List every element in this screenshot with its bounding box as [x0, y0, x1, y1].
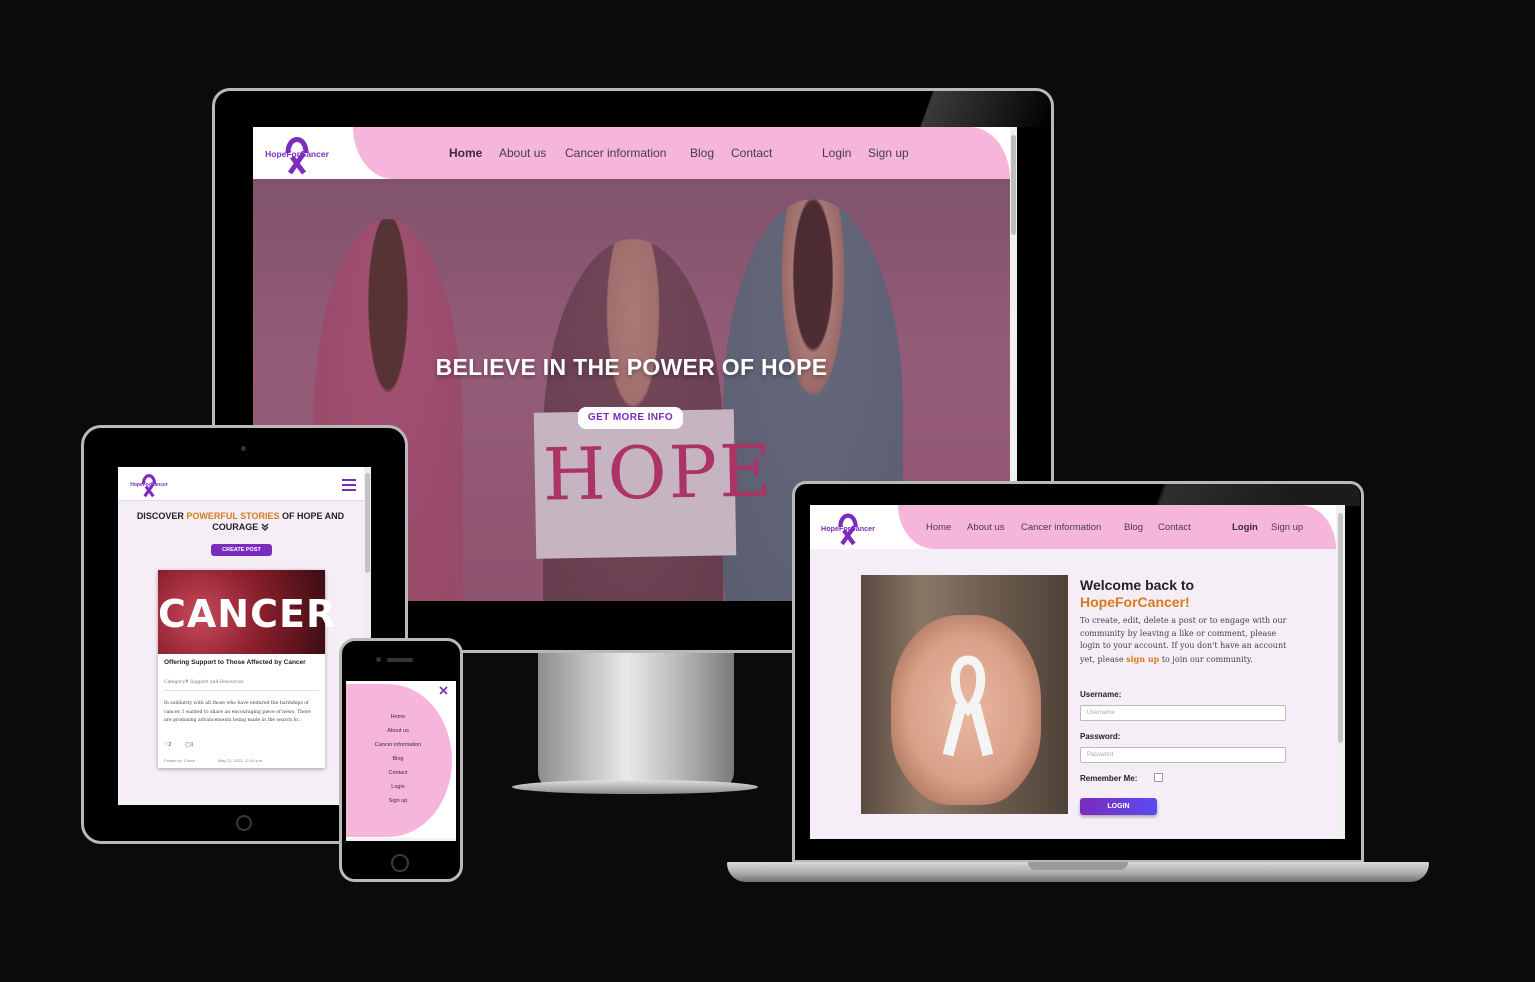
login-intro: To create, edit, delete a post or to eng…	[1080, 615, 1290, 666]
site-logo[interactable]: HopeForCancer	[816, 508, 880, 548]
stories-heading-highlight: POWERFUL STORIES	[186, 511, 280, 521]
laptop-scrollbar-thumb[interactable]	[1338, 513, 1343, 743]
username-input[interactable]: Username	[1080, 705, 1286, 721]
signup-link[interactable]: sign up	[1126, 654, 1159, 664]
nav-about[interactable]: About us	[499, 146, 546, 160]
post-image-text: CANCER	[158, 592, 337, 636]
mobile-nav-login[interactable]: Login	[346, 784, 450, 790]
post-date: May 23, 2023, 12:44 p.m.	[218, 758, 264, 763]
nav-login[interactable]: Login	[1232, 522, 1258, 533]
login-intro-post: to join our community.	[1159, 654, 1253, 664]
post-likes-count: 2	[168, 742, 172, 748]
nav-contact[interactable]: Contact	[731, 146, 772, 160]
laptop-screen: HopeForCancer Home About us Cancer infor…	[810, 505, 1345, 839]
mobile-nav-about[interactable]: About us	[346, 728, 450, 734]
double-chevron-down-icon	[261, 523, 269, 531]
post-likes[interactable]: ♡2	[164, 742, 171, 748]
nav-signup[interactable]: Sign up	[1271, 522, 1303, 533]
remember-me-checkbox[interactable]	[1154, 773, 1163, 782]
post-comments[interactable]: ◯1	[185, 742, 193, 748]
create-post-button[interactable]: CREATE POST	[211, 544, 272, 556]
username-label: Username:	[1080, 690, 1122, 699]
logo-text: HopeForCancer	[821, 524, 875, 533]
post-excerpt: In solidarity with all those who have en…	[164, 701, 311, 724]
post-title[interactable]: Offering Support to Those Affected by Ca…	[164, 659, 319, 667]
nav-cancer-information[interactable]: Cancer information	[565, 146, 666, 160]
laptop-glare	[1140, 484, 1360, 506]
logo-text: HopeForCancer	[265, 149, 329, 159]
monitor-stand-base	[512, 780, 758, 794]
password-input[interactable]: Password	[1080, 747, 1286, 763]
password-label: Password:	[1080, 732, 1121, 741]
laptop-navbar: HopeForCancer Home About us Cancer infor…	[810, 505, 1336, 549]
nav-contact[interactable]: Contact	[1158, 522, 1191, 533]
hero-title: BELIEVE IN THE POWER OF HOPE	[435, 354, 828, 380]
nav-blog[interactable]: Blog	[1124, 522, 1143, 533]
nav-home[interactable]: Home	[926, 522, 951, 533]
mobile-nav-contact[interactable]: Contact	[346, 770, 450, 776]
welcome-title-line1: Welcome back to	[1080, 577, 1195, 593]
nav-home[interactable]: Home	[449, 146, 482, 160]
post-image: CANCER	[158, 570, 337, 654]
close-icon[interactable]	[439, 686, 448, 695]
desktop-navbar: HopeForCancer Home About us Cancer infor…	[253, 127, 1010, 179]
phone-screen: Home About us Cancer information Blog Co…	[346, 681, 456, 841]
site-logo[interactable]: HopeForCancer	[124, 470, 174, 500]
stories-heading: DISCOVER POWERFUL STORIES OF HOPE AND CO…	[124, 511, 357, 533]
laptop-scrollbar[interactable]	[1336, 505, 1345, 839]
mobile-nav-blog[interactable]: Blog	[346, 756, 450, 762]
tablet-screen: HopeForCancer DISCOVER POWERFUL STORIES …	[118, 467, 371, 805]
white-ribbon-icon	[943, 655, 993, 757]
mobile-nav-signup[interactable]: Sign up	[346, 798, 450, 804]
mobile-nav-home[interactable]: Home	[346, 714, 450, 720]
phone-speaker	[387, 658, 413, 662]
tablet-scrollbar-thumb[interactable]	[365, 473, 370, 573]
desktop-scrollbar-thumb[interactable]	[1011, 135, 1016, 235]
stories-heading-pre: DISCOVER	[136, 511, 187, 521]
laptop-notch	[1028, 862, 1128, 870]
logo-text: HopeForCancer	[130, 482, 168, 488]
nav-cancer-information[interactable]: Cancer information	[1021, 522, 1101, 533]
site-logo[interactable]: HopeForCancer	[261, 131, 333, 177]
post-comments-count: 1	[190, 742, 194, 748]
mobile-nav-cancer-information[interactable]: Cancer information	[346, 742, 450, 748]
welcome-title-line2: HopeForCancer!	[1080, 594, 1190, 610]
hamburger-menu-icon[interactable]	[342, 479, 356, 491]
tablet-camera	[241, 446, 246, 451]
phone-camera	[376, 657, 381, 662]
monitor-stand-neck	[538, 650, 734, 790]
mobile-menu: Home About us Cancer information Blog Co…	[346, 681, 456, 838]
nav-signup[interactable]: Sign up	[868, 146, 909, 160]
phone-home-button[interactable]	[391, 854, 409, 872]
remember-me-label: Remember Me:	[1080, 774, 1138, 783]
login-button[interactable]: LOGIN	[1080, 798, 1157, 815]
post-divider	[164, 690, 319, 691]
get-more-info-button[interactable]: GET MORE INFO	[578, 407, 683, 429]
nav-login[interactable]: Login	[822, 146, 851, 160]
tablet-home-button[interactable]	[236, 815, 252, 831]
monitor-glare	[900, 91, 1050, 127]
nav-blog[interactable]: Blog	[690, 146, 714, 160]
tablet-navbar: HopeForCancer	[118, 467, 368, 501]
post-card[interactable]: CANCER Offering Support to Those Affecte…	[158, 570, 337, 768]
nav-about[interactable]: About us	[967, 522, 1005, 533]
post-author: Posted by: Conor	[164, 758, 195, 763]
post-category: Category# Support and Resources	[164, 680, 244, 685]
login-hero-image	[861, 575, 1068, 814]
